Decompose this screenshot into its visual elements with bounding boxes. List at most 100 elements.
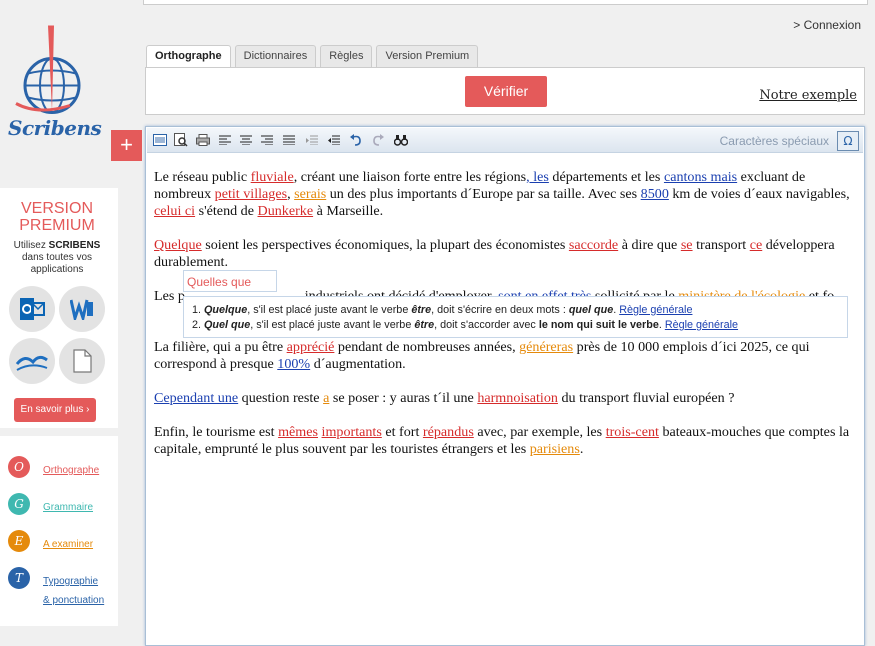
paragraph-4[interactable]: La filière, qui a pu être apprécié penda… [154,339,854,373]
paragraph-1[interactable]: Le réseau public fluviale, créant une li… [154,169,854,220]
redo-icon[interactable] [370,132,386,148]
print-icon[interactable] [195,132,211,148]
text-segment: Les p [154,288,185,304]
preview-icon[interactable] [173,132,189,148]
text-segment: départements et les [548,169,664,185]
flagged-word[interactable]: 100% [277,356,310,372]
flagged-word[interactable]: importants [322,424,382,440]
flagged-word[interactable]: harmnoisation [477,390,558,406]
flagged-word[interactable]: Quelque [154,237,202,253]
flagged-word[interactable]: Cependant une [154,390,238,406]
flagged-word[interactable]: celui ci [154,203,195,219]
premium-sub-brand: SCRIBENS [48,240,101,251]
premium-title: VERSION PREMIUM [0,200,114,234]
text-segment: soient les perspectives économiques, la … [201,237,569,253]
text-segment: question reste [238,390,324,406]
text-segment: pendant de nombreuses années, [334,339,520,355]
flagged-word[interactable]: apprécié [287,339,335,355]
find-icon[interactable] [393,132,409,148]
tab-regles[interactable]: Règles [320,45,373,67]
tab-dictionnaires[interactable]: Dictionnaires [234,45,317,67]
legend-typographie-label[interactable]: Typographie & ponctuation [43,572,104,610]
flagged-word[interactable]: serais [294,186,326,202]
notre-exemple-link[interactable]: Notre exemple [759,88,857,103]
openoffice-icon [9,338,55,384]
text-segment: avec, par exemple, les [473,424,606,440]
indent-icon[interactable] [326,132,342,148]
flagged-word[interactable]: ce [750,237,763,253]
align-center-icon[interactable] [238,132,254,148]
align-right-icon[interactable] [259,132,275,148]
text-segment: transport [692,237,750,253]
text-segment: km de voies d´eaux navigables, [668,186,850,202]
rule-1: 1. Quelque, s'il est placé juste avant l… [192,304,693,316]
add-button[interactable]: + [111,130,142,161]
text-segment: , créant une liaison forte entre les rég… [293,169,527,185]
flagged-word[interactable]: Dunkerke [258,203,314,219]
word-icon [59,286,105,332]
en-savoir-plus-button[interactable]: En savoir plus › [14,398,96,422]
suggestion-popup[interactable]: Quelles que [183,270,277,292]
align-justify-icon[interactable] [281,132,297,148]
text-segment: d´augmentation. [310,356,406,372]
flagged-word[interactable]: , les [526,169,549,185]
text-segment: à Marseille. [313,203,384,219]
text-segment: du transport fluvial européen ? [557,390,735,406]
undo-icon[interactable] [348,132,364,148]
omega-icon[interactable]: Ω [837,131,859,151]
examiner-icon: E [8,530,30,552]
premium-title-line-1: VERSION [20,200,93,217]
special-chars-label[interactable]: Caractères spéciaux [720,134,829,148]
legend-grammaire-label[interactable]: Grammaire [43,498,93,517]
text-editor[interactable]: Caractères spéciaux Ω Le réseau public f… [145,126,865,646]
text-segment: à dire que [618,237,681,253]
typographie-icon: T [8,567,30,589]
flagged-word[interactable]: mêmes [278,424,318,440]
top-bar [143,0,868,5]
flagged-word[interactable]: trois-cent [606,424,659,440]
control-panel: Vérifier Notre exemple [145,67,865,115]
legend-examiner-label[interactable]: A examiner [43,535,93,554]
text-segment: un des plus importants d´Europe par sa t… [326,186,641,202]
legend-examiner: E A examiner [8,530,93,554]
paragraph-2[interactable]: Quelque soient les perspectives économiq… [154,237,854,271]
legend-typographie-label-2[interactable]: & ponctuation [43,591,104,610]
premium-sub-3: applications [30,264,84,275]
rules-popup: 1. Quelque, s'il est placé juste avant l… [183,296,848,338]
tab-bar: Orthographe Dictionnaires Règles Version… [146,45,482,69]
orthographe-icon: O [8,456,30,478]
grammaire-icon: G [8,493,30,515]
legend-typographie-label-1[interactable]: Typographie [43,572,104,591]
connexion-link[interactable]: > Connexion [793,18,861,32]
flagged-word[interactable]: se [681,237,693,253]
paragraph-6[interactable]: Enfin, le tourisme est mêmes importants … [154,424,854,458]
align-left-icon[interactable] [217,132,233,148]
text-segment: et fort [381,424,423,440]
rule-2-link[interactable]: Règle générale [665,319,738,331]
flagged-word[interactable]: 8500 [641,186,669,202]
tab-orthographe[interactable]: Orthographe [146,45,231,69]
legend-orthographe-label[interactable]: Orthographe [43,461,99,480]
flagged-word[interactable]: saccorde [569,237,618,253]
premium-sub-2: dans toutes vos [21,252,93,263]
logo-text[interactable]: Scribens [8,116,102,140]
outdent-icon[interactable] [304,132,320,148]
verify-button[interactable]: Vérifier [465,76,547,107]
outlook-icon [9,286,55,332]
flagged-word[interactable]: généreras [519,339,573,355]
legend-orthographe: O Orthographe [8,456,99,480]
flagged-word[interactable]: parisiens [530,441,580,457]
rule-1-link[interactable]: Règle générale [619,304,692,316]
sidebar: Scribens VERSION PREMIUM Utilisez SCRIBE… [0,0,118,644]
text-segment: se poser : y auras t´il une [329,390,478,406]
flagged-word[interactable]: cantons mais [664,169,737,185]
flagged-word[interactable]: petit villages [215,186,287,202]
flagged-word[interactable]: répandus [423,424,474,440]
paragraph-5[interactable]: Cependant une question reste a se poser … [154,390,854,407]
tab-version-premium[interactable]: Version Premium [376,45,479,67]
source-icon[interactable] [152,132,168,148]
flagged-word[interactable]: fluviale [251,169,294,185]
text-segment: Enfin, le tourisme est [154,424,279,440]
legend-grammaire: G Grammaire [8,493,93,517]
premium-box: VERSION PREMIUM Utilisez SCRIBENS dans t… [0,188,118,428]
